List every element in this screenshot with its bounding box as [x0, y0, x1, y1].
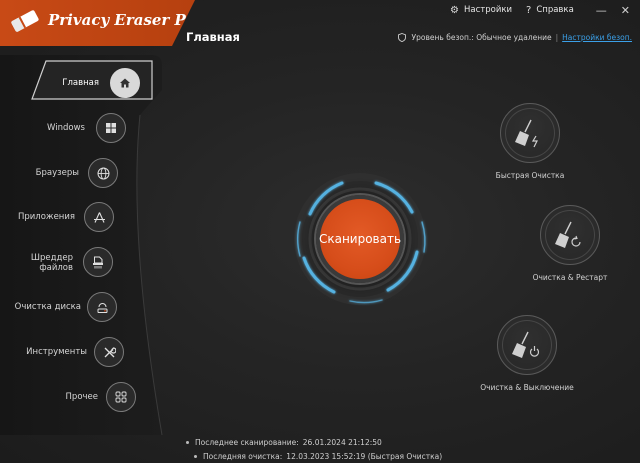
sidebar-item-label-line1: Шреддер — [30, 253, 73, 263]
sidebar-item-disk-clean[interactable]: Очистка диска — [0, 290, 155, 326]
last-scan-label: Последнее сканирование: — [195, 437, 299, 447]
windows-icon — [96, 113, 126, 143]
apps-icon — [84, 202, 114, 232]
quick-clean-label: Быстрая Очистка — [495, 171, 565, 180]
window-controls: — ✕ — [596, 5, 630, 16]
sidebar-item-shredder[interactable]: Шреддер файлов — [0, 245, 155, 281]
clean-shutdown-circle — [497, 315, 557, 375]
quick-clean-circle — [500, 103, 560, 163]
clean-shutdown-button[interactable]: Очистка & Выключение — [467, 315, 587, 392]
sidebar-item-other[interactable]: Прочее — [0, 380, 155, 416]
page-title: Главная — [186, 30, 240, 44]
question-icon: ? — [526, 4, 532, 16]
security-settings-link[interactable]: Настройки безоп. — [562, 33, 632, 42]
last-scan-line: Последнее сканирование: 26.01.2024 21:12… — [186, 435, 442, 449]
app-title: Privacy Eraser Pro — [48, 11, 204, 29]
clean-restart-label: Очистка & Рестарт — [532, 273, 608, 282]
disk-clean-icon — [87, 292, 117, 322]
sidebar-item-label: Браузеры — [35, 168, 79, 178]
clean-restart-circle — [540, 205, 600, 265]
last-scan-value: 26.01.2024 21:12:50 — [302, 437, 382, 447]
security-level-text: Уровень безоп.: Обычное удаление — [411, 33, 552, 42]
sidebar-item-label: Инструменты — [26, 347, 87, 357]
security-status: Уровень безоп.: Обычное удаление | Настр… — [397, 33, 632, 42]
sidebar-item-apps[interactable]: Приложения — [0, 200, 155, 236]
minimize-button[interactable]: — — [596, 5, 607, 16]
tools-icon — [94, 337, 124, 367]
scan-history: Последнее сканирование: 26.01.2024 21:12… — [186, 435, 442, 463]
close-button[interactable]: ✕ — [621, 5, 630, 16]
eraser-logo-icon — [11, 10, 39, 32]
app-window: Privacy Eraser Pro ⚙ Настройки ? Справка… — [0, 0, 640, 463]
last-clean-value: 12.03.2023 15:52:19 (Быстрая Очистка) — [286, 451, 443, 461]
brand-header: Privacy Eraser Pro — [0, 0, 195, 46]
sidebar-item-label: Очистка диска — [14, 302, 81, 312]
broom-restart-icon — [555, 221, 581, 248]
sidebar-item-tools[interactable]: Инструменты — [0, 335, 155, 371]
sidebar-item-windows[interactable]: Windows — [0, 111, 155, 147]
broom-power-icon — [512, 331, 540, 358]
broom-lightning-icon — [515, 119, 538, 148]
sidebar-item-home[interactable]: Главная — [0, 65, 155, 101]
quick-clean-button[interactable]: Быстрая Очистка — [470, 103, 590, 180]
sidebar-item-browsers[interactable]: Браузеры — [0, 156, 155, 192]
top-bar: ⚙ Настройки ? Справка — ✕ — [450, 0, 640, 20]
clean-restart-button[interactable]: Очистка & Рестарт — [510, 205, 630, 282]
sidebar-item-label: Windows — [47, 123, 85, 133]
sidebar-item-label-line2: файлов — [39, 263, 73, 273]
bullet-icon — [186, 440, 189, 444]
status-separator: | — [555, 33, 559, 42]
last-clean-label: Последняя очистка: — [203, 451, 283, 461]
globe-icon — [88, 158, 118, 188]
scan-area: Сканировать — [280, 162, 440, 312]
sidebar-item-label: Шреддер файлов — [31, 253, 73, 273]
sidebar-item-label: Приложения — [17, 212, 75, 222]
grid-icon — [106, 382, 136, 412]
home-icon — [110, 68, 140, 98]
clean-shutdown-label: Очистка & Выключение — [480, 383, 574, 392]
shredder-icon — [83, 247, 113, 277]
scan-label: Сканировать — [318, 232, 402, 246]
settings-button[interactable]: ⚙ Настройки — [450, 5, 512, 16]
settings-label: Настройки — [464, 5, 513, 15]
help-label: Справка — [536, 5, 574, 15]
bullet-icon — [194, 454, 197, 458]
last-clean-line: Последняя очистка: 12.03.2023 15:52:19 (… — [194, 449, 442, 463]
help-button[interactable]: ? Справка — [526, 5, 574, 16]
gear-icon: ⚙ — [450, 4, 459, 16]
shield-icon — [397, 33, 406, 42]
scan-button[interactable]: Сканировать — [316, 195, 404, 283]
sidebar-item-label: Главная — [62, 78, 99, 88]
sidebar-item-label: Прочее — [65, 392, 98, 402]
